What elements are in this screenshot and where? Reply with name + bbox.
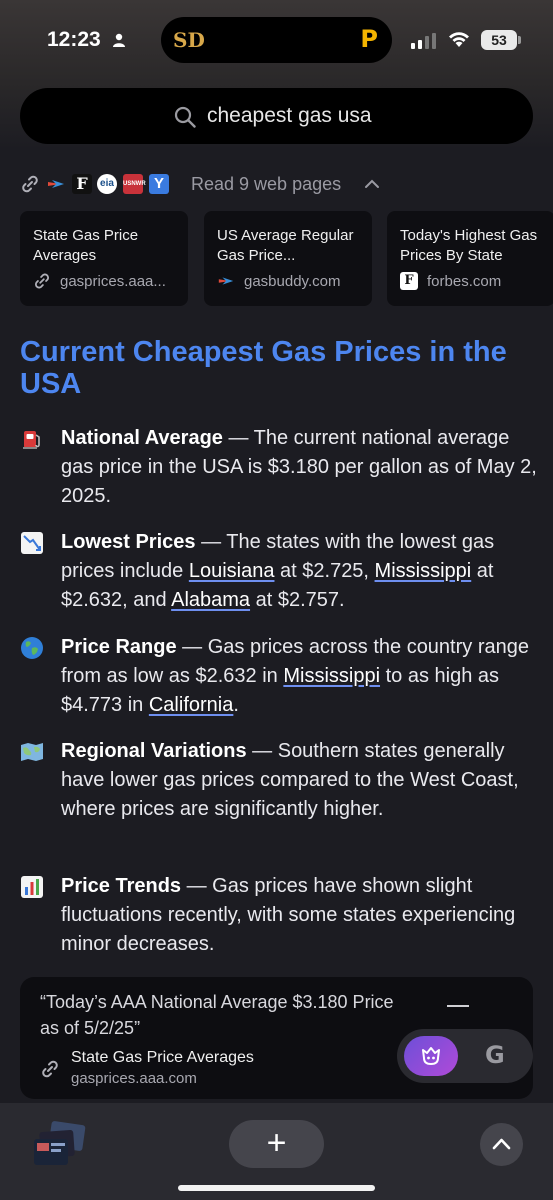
eia-icon: eia bbox=[97, 174, 117, 194]
ai-mode-button[interactable] bbox=[404, 1036, 458, 1076]
answer-item-title: Price Range bbox=[61, 636, 177, 658]
search-icon bbox=[174, 106, 196, 128]
answer-item-title: Regional Variations bbox=[61, 740, 247, 762]
answer-item-title: Lowest Prices bbox=[61, 531, 196, 553]
status-time: 12:23 bbox=[47, 28, 101, 51]
source-card-site: gasprices.aaa... bbox=[60, 273, 166, 290]
source-card-title: State Gas Price Averages bbox=[33, 227, 139, 264]
link-alabama[interactable]: Alabama bbox=[171, 589, 250, 611]
fuel-pump-icon bbox=[23, 431, 40, 449]
gasbuddy-icon bbox=[218, 277, 234, 285]
link-icon bbox=[35, 273, 49, 289]
read-pages-label[interactable]: Read 9 web pages bbox=[191, 174, 341, 195]
link-louisiana[interactable]: Louisiana bbox=[189, 560, 275, 582]
source-card[interactable]: State Gas Price Averages gasprices.aaa..… bbox=[20, 211, 188, 306]
answer-heading: Current Cheapest Gas Prices in the USA bbox=[20, 336, 507, 400]
bar-chart-icon bbox=[21, 876, 43, 898]
usnews-icon: USNWR bbox=[123, 174, 146, 194]
answer-item-title: Price Trends bbox=[61, 875, 182, 897]
answer-item-text: National Average — The current national … bbox=[61, 424, 541, 511]
source-cards: State Gas Price Averages gasprices.aaa..… bbox=[20, 211, 553, 306]
link-mississippi[interactable]: Mississippi bbox=[375, 560, 472, 582]
scroll-up-button[interactable] bbox=[480, 1123, 523, 1166]
answer-item-title: National Average bbox=[61, 427, 223, 449]
sources-summary[interactable]: F eia USNWR Y Read 9 web pages bbox=[20, 170, 540, 198]
search-mode-toggle[interactable]: G bbox=[397, 1029, 533, 1083]
search-query[interactable]: cheapest gas usa bbox=[207, 104, 372, 128]
citation-source-site[interactable]: gasprices.aaa.com bbox=[71, 1070, 197, 1087]
wifi-icon bbox=[449, 32, 469, 47]
pirates-logo-icon: P bbox=[360, 25, 378, 53]
new-tab-button[interactable]: + bbox=[229, 1120, 324, 1168]
source-card[interactable]: US Average Regular Gas Price... gasbuddy… bbox=[204, 211, 372, 306]
map-icon bbox=[21, 743, 43, 761]
link-icon bbox=[42, 1060, 58, 1078]
search-bar[interactable]: cheapest gas usa bbox=[20, 88, 533, 144]
gasbuddy-icon bbox=[48, 180, 64, 188]
status-bar: 12:23 SD P 53 bbox=[0, 0, 553, 80]
source-card-title: US Average Regular Gas Price... bbox=[217, 227, 354, 264]
answer-item-body: at $2.725, bbox=[274, 560, 375, 582]
answer-item-text: Regional Variations — Southern states ge… bbox=[61, 737, 541, 824]
citation-quote: “Today’s AAA National Average $3.180 Pri… bbox=[40, 992, 394, 1038]
forbes-icon: F bbox=[72, 174, 92, 194]
chart-decreasing-icon bbox=[21, 532, 43, 554]
dynamic-island[interactable]: SD P bbox=[161, 17, 392, 63]
link-california[interactable]: California bbox=[149, 694, 233, 716]
answer-item-text: Price Trends — Gas prices have shown sli… bbox=[61, 872, 541, 959]
source-card-title: Today's Highest Gas Prices By State bbox=[400, 227, 538, 264]
answer-item-text: Lowest Prices — The states with the lowe… bbox=[61, 528, 541, 615]
answer-item-body: . bbox=[233, 694, 239, 716]
home-indicator[interactable] bbox=[178, 1185, 375, 1191]
tabs-thumbnail-icon[interactable] bbox=[32, 1121, 86, 1169]
forbes-icon: F bbox=[400, 272, 418, 290]
source-card[interactable]: Today's Highest Gas Prices By State F fo… bbox=[387, 211, 553, 306]
globe-icon bbox=[21, 637, 43, 659]
collapse-dash-icon[interactable] bbox=[447, 1005, 469, 1007]
answer-item-body: at $2.757. bbox=[250, 589, 345, 611]
person-icon bbox=[113, 33, 125, 47]
chevron-up-icon bbox=[492, 1138, 511, 1150]
link-mississippi[interactable]: Mississippi bbox=[283, 665, 380, 687]
padres-logo-icon: SD bbox=[173, 28, 205, 52]
yahoo-icon: Y bbox=[149, 174, 169, 194]
chevron-up-icon[interactable] bbox=[364, 177, 380, 191]
answer-item-text: Price Range — Gas prices across the coun… bbox=[61, 633, 541, 720]
source-card-site: gasbuddy.com bbox=[244, 273, 341, 290]
battery-indicator: 53 bbox=[481, 30, 521, 50]
source-card-site: forbes.com bbox=[427, 273, 502, 290]
link-icon bbox=[22, 175, 38, 193]
google-mode-button[interactable]: G bbox=[485, 1041, 505, 1069]
cellular-signal-icon bbox=[411, 33, 436, 49]
sparkle-creature-icon bbox=[422, 1047, 440, 1065]
bottom-toolbar: + bbox=[0, 1103, 553, 1200]
citation-source-title[interactable]: State Gas Price Averages bbox=[71, 1049, 254, 1067]
